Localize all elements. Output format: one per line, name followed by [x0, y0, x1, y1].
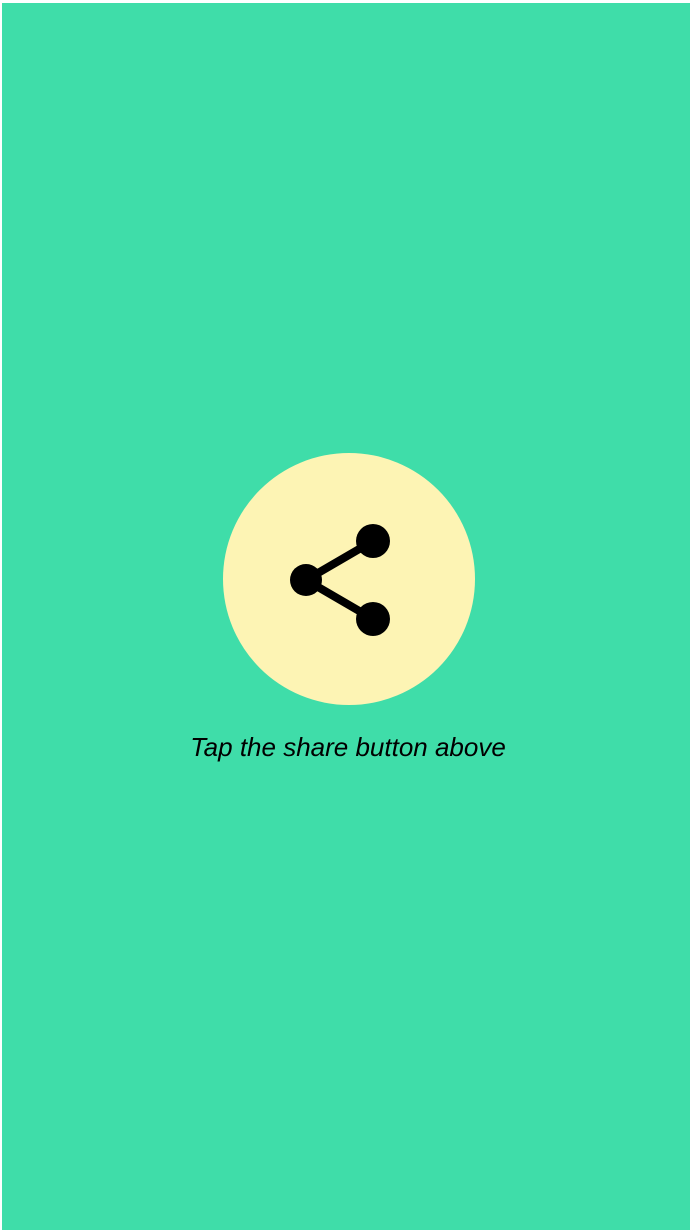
share-instruction-text: Tap the share button above — [190, 732, 506, 762]
app-screen: Tap the share button above — [2, 3, 690, 1230]
share-button[interactable] — [223, 453, 475, 705]
share-icon — [290, 524, 390, 636]
